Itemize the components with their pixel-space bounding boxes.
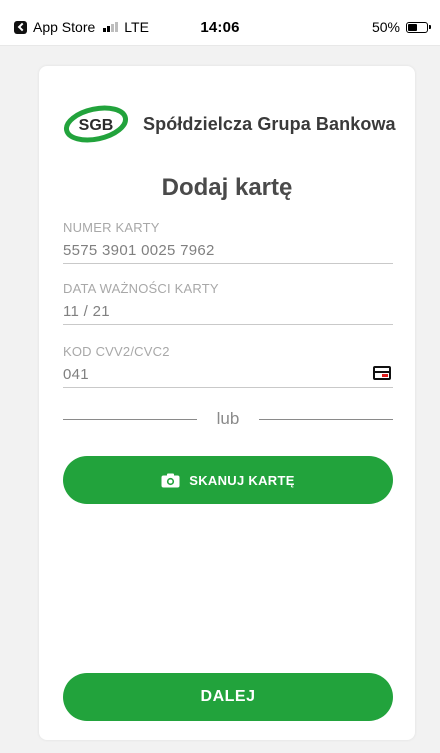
- card-number-input[interactable]: 5575 3901 0025 7962: [63, 241, 393, 263]
- cvv-input[interactable]: 041: [63, 365, 393, 387]
- cvv-label: KOD CVV2/CVC2: [63, 344, 170, 359]
- battery-icon: [406, 21, 431, 33]
- status-bar: App Store LTE 14:06 50%: [0, 0, 440, 46]
- sgb-logo-icon: SGB: [63, 105, 129, 143]
- scan-card-button[interactable]: SKANUJ KARTĘ: [63, 456, 393, 504]
- next-label: DALEJ: [200, 688, 256, 705]
- camera-icon: [161, 473, 180, 487]
- sgb-logo-text: SGB: [79, 117, 114, 134]
- add-card-panel: SGB Spółdzielcza Grupa Bankowa Dodaj kar…: [39, 66, 415, 740]
- scan-card-label: SKANUJ KARTĘ: [189, 472, 295, 488]
- next-button[interactable]: DALEJ: [63, 673, 393, 721]
- battery-percent: 50%: [371, 19, 400, 35]
- credit-card-icon[interactable]: [373, 366, 391, 380]
- bank-name: Spółdzielcza Grupa Bankowa: [143, 113, 396, 134]
- card-number-field[interactable]: NUMER KARTY 5575 3901 0025 7962: [63, 220, 393, 264]
- or-divider: lub: [63, 409, 393, 429]
- divider-line-left: [63, 418, 197, 420]
- expiry-date-label: DATA WAŻNOŚCI KARTY: [63, 281, 219, 296]
- card-number-label: NUMER KARTY: [63, 220, 160, 235]
- or-text: lub: [216, 409, 240, 428]
- status-right: 50%: [371, 19, 431, 35]
- expiry-date-input[interactable]: 11 / 21: [63, 302, 393, 324]
- page-title: Dodaj kartę: [161, 174, 293, 201]
- cvv-field[interactable]: KOD CVV2/CVC2 041: [63, 344, 393, 388]
- divider-line-right: [259, 418, 393, 420]
- expiry-date-field[interactable]: DATA WAŻNOŚCI KARTY 11 / 21: [63, 281, 393, 325]
- brand-header: SGB Spółdzielcza Grupa Bankowa: [63, 104, 396, 144]
